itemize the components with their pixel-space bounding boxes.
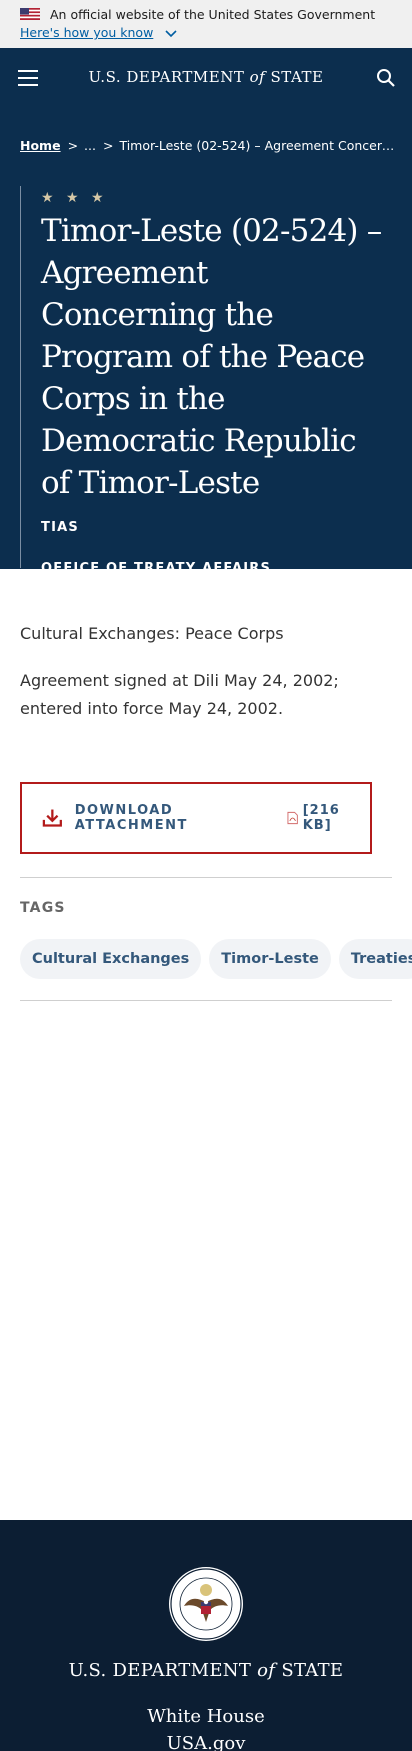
download-icon (42, 809, 62, 827)
breadcrumb-ellipsis[interactable]: ... (84, 138, 96, 153)
footer-link-usa-gov[interactable]: USA.gov (0, 1733, 412, 1751)
publish-date: MAY 24, 2002 (41, 602, 134, 618)
gov-banner-text: An official website of the United States… (50, 7, 376, 22)
divider (20, 877, 392, 878)
hero-section: Home >... > Timor-Leste (02-524) – Agreemen… (0, 108, 412, 618)
breadcrumb-separator: > (67, 138, 79, 153)
bureau-label[interactable]: OFFICE OF TREATY AFFAIRS (41, 561, 390, 576)
download-size: [216 KB] (302, 803, 340, 833)
tag-cultural-exchanges[interactable]: Cultural Exchanges (20, 939, 202, 979)
hero-title-block: ★ ★ ★ Timor-Leste (02-524) – Agreement C… (20, 186, 390, 618)
footer-logo[interactable]: U.S. DEPARTMENT of STATE (0, 1660, 412, 1681)
tag-timor-leste[interactable]: Timor-Leste (209, 939, 331, 979)
site-footer: U.S. DEPARTMENT of STATE White House USA… (0, 1520, 412, 1751)
breadcrumb-separator: > (102, 138, 114, 153)
article-paragraph: Cultural Exchanges: Peace Corps (20, 624, 284, 643)
heres-how-you-know-link[interactable]: Here's how you know (20, 25, 153, 40)
seal-icon (169, 1567, 243, 1641)
collection-label[interactable]: TIAS (41, 520, 390, 535)
divider (20, 1000, 392, 1001)
star-icon: ★ ★ ★ (41, 190, 108, 206)
breadcrumb-home-link[interactable]: Home (20, 138, 61, 153)
flag-icon (20, 8, 40, 20)
search-icon[interactable] (376, 68, 396, 88)
download-attachment-button[interactable]: DOWNLOAD ATTACHMENT [216 KB] (20, 782, 372, 854)
page-title: Timor-Leste (02-524) – Agreement Concern… (41, 213, 382, 501)
breadcrumb: Home >... > Timor-Leste (02-524) – Agreemen… (20, 138, 400, 153)
tag-list: Cultural Exchanges Timor-Leste Treaties (20, 939, 412, 979)
gov-banner: An official website of the United States… (0, 0, 412, 48)
article-body: Cultural Exchanges: Peace Corps Agreemen… (20, 620, 392, 742)
site-header: U.S. DEPARTMENT of STATE (0, 48, 412, 108)
breadcrumb-current: Timor-Leste (02-524) – Agreement Concern… (119, 138, 400, 153)
tag-treaties[interactable]: Treaties (338, 939, 412, 979)
chevron-down-icon[interactable] (165, 29, 177, 38)
pdf-icon (287, 811, 299, 825)
tags-heading: TAGS (20, 900, 66, 916)
download-label: DOWNLOAD ATTACHMENT (74, 803, 188, 833)
footer-link-white-house[interactable]: White House (0, 1706, 412, 1727)
site-logo[interactable]: U.S. DEPARTMENT of STATE (0, 68, 412, 86)
article-paragraph: Agreement signed at Dili May 24, 2002; e… (20, 671, 339, 718)
